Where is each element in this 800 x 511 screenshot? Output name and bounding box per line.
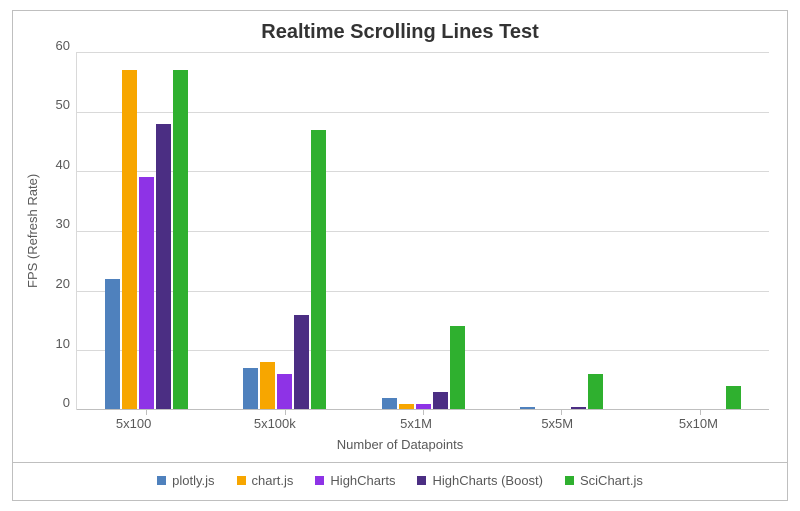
legend-swatch-icon bbox=[417, 476, 426, 485]
legend-swatch-icon bbox=[237, 476, 246, 485]
y-axis-ticks: 6050403020100 bbox=[42, 52, 76, 410]
bar bbox=[450, 326, 465, 410]
bar bbox=[243, 368, 258, 410]
x-axis-ticks: 5x1005x100k5x1M5x5M5x10M bbox=[13, 410, 787, 431]
x-tick-label: 5x100 bbox=[63, 416, 204, 431]
plot-area bbox=[76, 52, 769, 410]
legend-swatch-icon bbox=[565, 476, 574, 485]
y-tick-label: 20 bbox=[56, 276, 70, 291]
bar bbox=[122, 70, 137, 410]
x-tick-mark bbox=[561, 410, 562, 415]
x-tick-mark bbox=[700, 410, 701, 415]
chart-card: Realtime Scrolling Lines Test FPS (Refre… bbox=[12, 10, 788, 501]
bar-group bbox=[492, 52, 630, 410]
x-axis-title: Number of Datapoints bbox=[13, 431, 787, 462]
x-tick-mark bbox=[146, 410, 147, 415]
x-tick-mark bbox=[423, 410, 424, 415]
bar bbox=[294, 315, 309, 410]
x-tick-mark bbox=[285, 410, 286, 415]
y-tick-label: 10 bbox=[56, 336, 70, 351]
plot-row: FPS (Refresh Rate) 6050403020100 bbox=[13, 48, 787, 410]
bar-group bbox=[77, 52, 215, 410]
bar-group bbox=[354, 52, 492, 410]
legend-item: SciChart.js bbox=[565, 473, 643, 488]
bar bbox=[277, 374, 292, 410]
legend-label: chart.js bbox=[252, 473, 294, 488]
legend-label: HighCharts (Boost) bbox=[432, 473, 543, 488]
chart-frame: Realtime Scrolling Lines Test FPS (Refre… bbox=[0, 0, 800, 511]
legend-item: chart.js bbox=[237, 473, 294, 488]
chart-title: Realtime Scrolling Lines Test bbox=[13, 11, 787, 48]
legend-swatch-icon bbox=[315, 476, 324, 485]
bar bbox=[105, 279, 120, 410]
legend-swatch-icon bbox=[157, 476, 166, 485]
x-tick-label: 5x10M bbox=[628, 416, 769, 431]
y-tick-label: 60 bbox=[56, 38, 70, 53]
bar-group bbox=[631, 52, 769, 410]
bar-groups bbox=[77, 52, 769, 410]
bar bbox=[433, 392, 448, 410]
legend: plotly.js chart.js HighCharts HighCharts (B… bbox=[13, 462, 787, 500]
y-tick-label: 50 bbox=[56, 97, 70, 112]
x-axis-line bbox=[77, 409, 769, 410]
legend-label: SciChart.js bbox=[580, 473, 643, 488]
bar-group bbox=[215, 52, 353, 410]
legend-item: HighCharts bbox=[315, 473, 395, 488]
y-axis-title: FPS (Refresh Rate) bbox=[23, 52, 42, 410]
bar bbox=[726, 386, 741, 410]
bar bbox=[588, 374, 603, 410]
bar bbox=[311, 130, 326, 410]
x-tick-label: 5x100k bbox=[204, 416, 345, 431]
x-tick-label: 5x1M bbox=[345, 416, 486, 431]
bar bbox=[139, 177, 154, 410]
y-tick-label: 30 bbox=[56, 216, 70, 231]
x-tick-label: 5x5M bbox=[487, 416, 628, 431]
y-tick-label: 0 bbox=[63, 395, 70, 410]
legend-item: plotly.js bbox=[157, 473, 214, 488]
bar bbox=[156, 124, 171, 410]
legend-label: HighCharts bbox=[330, 473, 395, 488]
legend-label: plotly.js bbox=[172, 473, 214, 488]
bar bbox=[260, 362, 275, 410]
legend-item: HighCharts (Boost) bbox=[417, 473, 543, 488]
bar bbox=[173, 70, 188, 410]
y-tick-label: 40 bbox=[56, 157, 70, 172]
